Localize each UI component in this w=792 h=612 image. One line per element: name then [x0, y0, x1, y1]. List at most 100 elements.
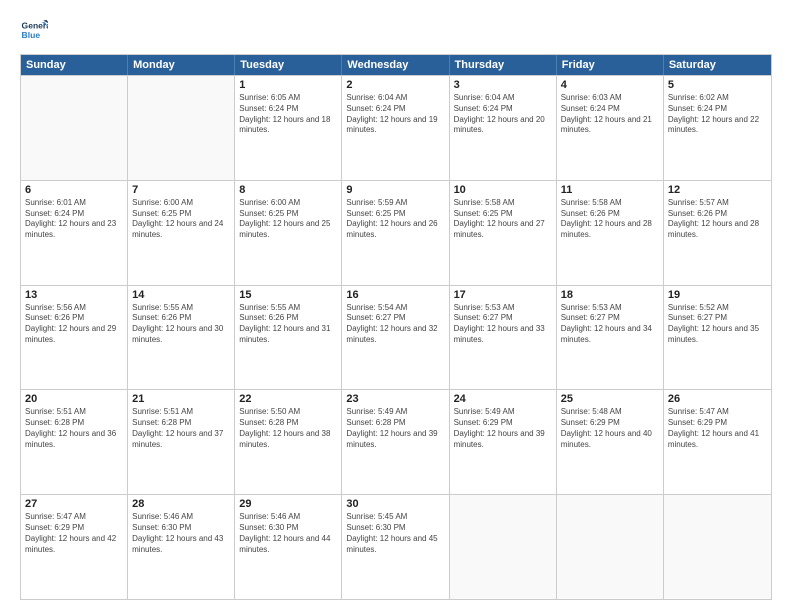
day-cell: 4Sunrise: 6:03 AM Sunset: 6:24 PM Daylig… — [557, 76, 664, 180]
day-info: Sunrise: 6:00 AM Sunset: 6:25 PM Dayligh… — [132, 198, 230, 241]
day-info: Sunrise: 5:49 AM Sunset: 6:29 PM Dayligh… — [454, 407, 552, 450]
day-info: Sunrise: 5:58 AM Sunset: 6:25 PM Dayligh… — [454, 198, 552, 241]
empty-cell — [664, 495, 771, 599]
calendar-row: 13 Sunrise: 5:56 AM Sunset: 6:26 PM Dayli… — [21, 285, 771, 390]
logo: General Blue — [20, 16, 48, 44]
day-number: 25 — [561, 393, 659, 405]
empty-cell — [450, 495, 557, 599]
day-number: 1 — [239, 79, 337, 91]
weekday-header: Wednesday — [342, 55, 449, 75]
day-number: 17 — [454, 289, 552, 301]
day-number: 4 — [561, 79, 659, 91]
day-cell: 18 Sunrise: 5:53 AM Sunset: 6:27 PM Dayli… — [557, 286, 664, 390]
day-number: 14 — [132, 289, 230, 301]
day-cell: 22 Sunrise: 5:50 AM Sunset: 6:28 PM Dayli… — [235, 390, 342, 494]
day-cell: 6Sunrise: 6:01 AM Sunset: 6:24 PM Daylig… — [21, 181, 128, 285]
day-number: 9 — [346, 184, 444, 196]
calendar-row: 20 Sunrise: 5:51 AM Sunset: 6:28 PM Dayli… — [21, 389, 771, 494]
day-cell: 9Sunrise: 5:59 AM Sunset: 6:25 PM Daylig… — [342, 181, 449, 285]
day-number: 19 — [668, 289, 767, 301]
calendar: SundayMondayTuesdayWednesdayThursdayFrid… — [20, 54, 772, 600]
day-number: 30 — [346, 498, 444, 510]
day-cell: 13 Sunrise: 5:56 AM Sunset: 6:26 PM Dayli… — [21, 286, 128, 390]
day-cell: 21 Sunrise: 5:51 AM Sunset: 6:28 PM Dayli… — [128, 390, 235, 494]
day-info: Sunrise: 5:53 AM Sunset: 6:27 PM Dayligh… — [561, 303, 659, 346]
day-info: Sunrise: 5:55 AM Sunset: 6:26 PM Dayligh… — [132, 303, 230, 346]
weekday-header: Saturday — [664, 55, 771, 75]
day-cell: 15 Sunrise: 5:55 AM Sunset: 6:26 PM Dayli… — [235, 286, 342, 390]
day-info: Sunrise: 6:04 AM Sunset: 6:24 PM Dayligh… — [454, 93, 552, 136]
day-number: 18 — [561, 289, 659, 301]
day-cell: 30 Sunrise: 5:45 AM Sunset: 6:30 PM Dayli… — [342, 495, 449, 599]
day-cell: 5 Sunrise: 6:02 AM Sunset: 6:24 PM Daylig… — [664, 76, 771, 180]
day-info: Sunrise: 5:57 AM Sunset: 6:26 PM Dayligh… — [668, 198, 767, 241]
day-cell: 28 Sunrise: 5:46 AM Sunset: 6:30 PM Dayli… — [128, 495, 235, 599]
day-number: 11 — [561, 184, 659, 196]
day-info: Sunrise: 6:04 AM Sunset: 6:24 PM Dayligh… — [346, 93, 444, 136]
empty-cell — [128, 76, 235, 180]
calendar-row: 6Sunrise: 6:01 AM Sunset: 6:24 PM Daylig… — [21, 180, 771, 285]
day-number: 28 — [132, 498, 230, 510]
header: General Blue — [20, 16, 772, 44]
day-cell: 19 Sunrise: 5:52 AM Sunset: 6:27 PM Dayli… — [664, 286, 771, 390]
day-number: 3 — [454, 79, 552, 91]
day-info: Sunrise: 5:45 AM Sunset: 6:30 PM Dayligh… — [346, 512, 444, 555]
day-number: 10 — [454, 184, 552, 196]
day-info: Sunrise: 5:47 AM Sunset: 6:29 PM Dayligh… — [25, 512, 123, 555]
day-number: 29 — [239, 498, 337, 510]
day-number: 22 — [239, 393, 337, 405]
day-number: 26 — [668, 393, 767, 405]
day-number: 23 — [346, 393, 444, 405]
day-cell: 26 Sunrise: 5:47 AM Sunset: 6:29 PM Dayli… — [664, 390, 771, 494]
day-info: Sunrise: 5:51 AM Sunset: 6:28 PM Dayligh… — [25, 407, 123, 450]
calendar-body: 1 Sunrise: 6:05 AM Sunset: 6:24 PM Daylig… — [21, 75, 771, 599]
day-cell: 16Sunrise: 5:54 AM Sunset: 6:27 PM Dayli… — [342, 286, 449, 390]
empty-cell — [557, 495, 664, 599]
day-number: 21 — [132, 393, 230, 405]
svg-text:General: General — [22, 20, 48, 30]
day-info: Sunrise: 5:58 AM Sunset: 6:26 PM Dayligh… — [561, 198, 659, 241]
day-info: Sunrise: 5:51 AM Sunset: 6:28 PM Dayligh… — [132, 407, 230, 450]
day-number: 15 — [239, 289, 337, 301]
day-cell: 3 Sunrise: 6:04 AM Sunset: 6:24 PM Daylig… — [450, 76, 557, 180]
day-info: Sunrise: 5:47 AM Sunset: 6:29 PM Dayligh… — [668, 407, 767, 450]
day-number: 2 — [346, 79, 444, 91]
day-info: Sunrise: 5:52 AM Sunset: 6:27 PM Dayligh… — [668, 303, 767, 346]
day-cell: 14 Sunrise: 5:55 AM Sunset: 6:26 PM Dayli… — [128, 286, 235, 390]
day-number: 8 — [239, 184, 337, 196]
day-info: Sunrise: 5:50 AM Sunset: 6:28 PM Dayligh… — [239, 407, 337, 450]
day-cell: 17 Sunrise: 5:53 AM Sunset: 6:27 PM Dayli… — [450, 286, 557, 390]
empty-cell — [21, 76, 128, 180]
day-number: 5 — [668, 79, 767, 91]
day-cell: 25 Sunrise: 5:48 AM Sunset: 6:29 PM Dayli… — [557, 390, 664, 494]
day-info: Sunrise: 6:02 AM Sunset: 6:24 PM Dayligh… — [668, 93, 767, 136]
logo-icon: General Blue — [20, 16, 48, 44]
day-info: Sunrise: 5:46 AM Sunset: 6:30 PM Dayligh… — [239, 512, 337, 555]
day-number: 7 — [132, 184, 230, 196]
day-cell: 23 Sunrise: 5:49 AM Sunset: 6:28 PM Dayli… — [342, 390, 449, 494]
day-info: Sunrise: 5:56 AM Sunset: 6:26 PM Dayligh… — [25, 303, 123, 346]
day-cell: 2 Sunrise: 6:04 AM Sunset: 6:24 PM Daylig… — [342, 76, 449, 180]
day-cell: 24Sunrise: 5:49 AM Sunset: 6:29 PM Dayli… — [450, 390, 557, 494]
weekday-header: Thursday — [450, 55, 557, 75]
weekday-header: Friday — [557, 55, 664, 75]
day-info: Sunrise: 5:49 AM Sunset: 6:28 PM Dayligh… — [346, 407, 444, 450]
day-info: Sunrise: 5:48 AM Sunset: 6:29 PM Dayligh… — [561, 407, 659, 450]
day-info: Sunrise: 6:01 AM Sunset: 6:24 PM Dayligh… — [25, 198, 123, 241]
day-number: 27 — [25, 498, 123, 510]
day-cell: 1 Sunrise: 6:05 AM Sunset: 6:24 PM Daylig… — [235, 76, 342, 180]
calendar-row: 27 Sunrise: 5:47 AM Sunset: 6:29 PM Dayli… — [21, 494, 771, 599]
day-number: 13 — [25, 289, 123, 301]
day-cell: 10 Sunrise: 5:58 AM Sunset: 6:25 PM Dayli… — [450, 181, 557, 285]
day-info: Sunrise: 5:55 AM Sunset: 6:26 PM Dayligh… — [239, 303, 337, 346]
day-info: Sunrise: 5:46 AM Sunset: 6:30 PM Dayligh… — [132, 512, 230, 555]
weekday-header: Monday — [128, 55, 235, 75]
day-cell: 27 Sunrise: 5:47 AM Sunset: 6:29 PM Dayli… — [21, 495, 128, 599]
day-cell: 20 Sunrise: 5:51 AM Sunset: 6:28 PM Dayli… — [21, 390, 128, 494]
day-info: Sunrise: 5:53 AM Sunset: 6:27 PM Dayligh… — [454, 303, 552, 346]
day-info: Sunrise: 6:05 AM Sunset: 6:24 PM Dayligh… — [239, 93, 337, 136]
day-cell: 8Sunrise: 6:00 AM Sunset: 6:25 PM Daylig… — [235, 181, 342, 285]
day-cell: 12Sunrise: 5:57 AM Sunset: 6:26 PM Dayli… — [664, 181, 771, 285]
calendar-row: 1 Sunrise: 6:05 AM Sunset: 6:24 PM Daylig… — [21, 75, 771, 180]
day-number: 20 — [25, 393, 123, 405]
